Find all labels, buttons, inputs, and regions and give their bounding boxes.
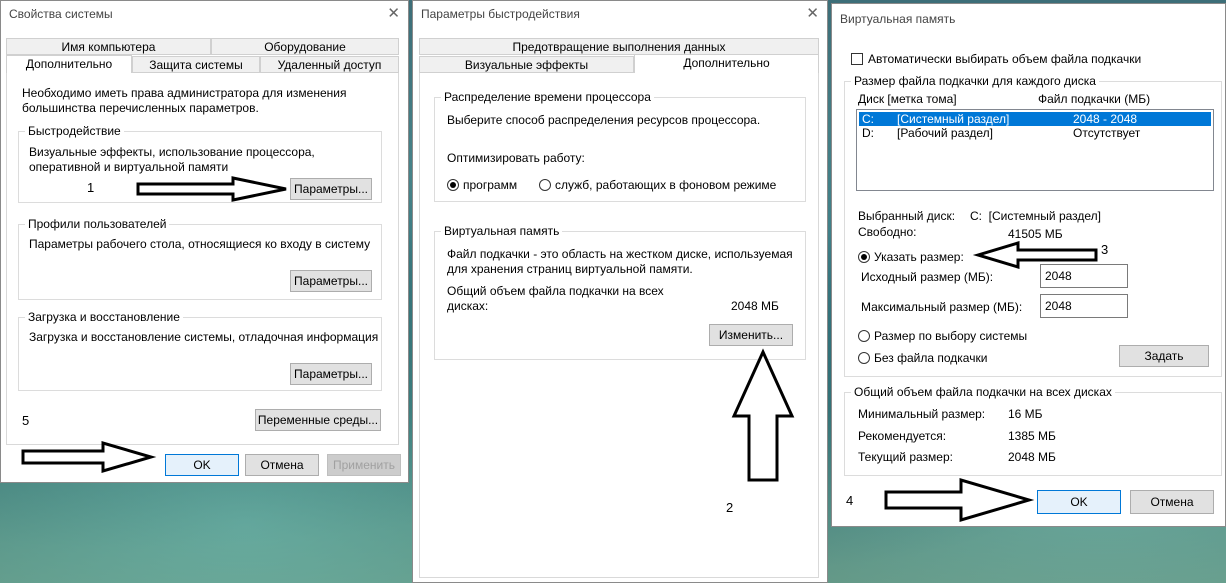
startup-recovery-title: Загрузка и восстановление [25, 310, 183, 324]
window-titlebar: Параметры быстродействия ✕ [413, 1, 827, 27]
arrow-right-icon [21, 441, 157, 473]
drive-list[interactable]: C: [Системный раздел] 2048 - 2048 D: [Ра… [856, 109, 1214, 191]
user-profiles-desc: Параметры рабочего стола, относящиеся ко… [29, 237, 371, 251]
annotation-number-4: 4 [846, 493, 854, 508]
paging-total-value: 2048 МБ [731, 299, 779, 313]
tab-advanced[interactable]: Дополнительно [6, 55, 132, 74]
annotation-number-3: 3 [1101, 242, 1109, 257]
close-icon[interactable]: ✕ [387, 1, 400, 27]
selected-drive-value: C: [Системный раздел] [970, 209, 1102, 223]
ok-button[interactable]: OK [165, 454, 239, 476]
drive-letter: C: [862, 112, 874, 126]
performance-options-window: Параметры быстродействия ✕ Предотвращени… [412, 0, 828, 583]
initial-size-label: Исходный размер (МБ): [861, 270, 994, 284]
window-title: Виртуальная память [840, 12, 956, 26]
drive-label: [Системный раздел] [897, 112, 1010, 126]
ok-button[interactable]: OK [1037, 490, 1121, 514]
cpu-scheduling-desc: Выберите способ распределения ресурсов п… [447, 113, 761, 127]
recommended-label: Рекомендуется: [858, 429, 947, 443]
auto-manage-checkbox[interactable] [851, 53, 863, 65]
cancel-button[interactable]: Отмена [1130, 490, 1214, 514]
max-size-label: Максимальный размер (МБ): [861, 300, 1023, 314]
system-properties-window: Свойства системы ✕ Имя компьютера Оборуд… [0, 0, 409, 483]
tab-hardware[interactable]: Оборудование [211, 38, 399, 55]
cancel-button[interactable]: Отмена [245, 454, 319, 476]
no-paging-radio[interactable] [858, 352, 870, 364]
close-icon[interactable]: ✕ [806, 1, 819, 27]
drive-row[interactable]: C: [Системный раздел] 2048 - 2048 [859, 112, 1211, 126]
virtual-memory-title: Виртуальная память [441, 224, 563, 238]
current-size-value: 2048 МБ [1008, 450, 1056, 464]
per-drive-title: Размер файла подкачки для каждого диска [851, 74, 1099, 88]
system-managed-label[interactable]: Размер по выбору системы [874, 329, 1027, 344]
admin-note: Необходимо иметь права администратора дл… [22, 86, 347, 115]
cpu-scheduling-title: Распределение времени процессора [441, 90, 654, 104]
recommended-value: 1385 МБ [1008, 429, 1056, 443]
virtual-memory-desc: Файл подкачки - это область на жестком д… [447, 247, 793, 276]
programs-label[interactable]: программ [463, 178, 517, 193]
arrow-right-icon [884, 477, 1035, 523]
change-button[interactable]: Изменить... [709, 324, 793, 346]
tab-system-protection[interactable]: Защита системы [132, 56, 260, 73]
tab-computer-name[interactable]: Имя компьютера [6, 38, 211, 55]
arrow-right-icon [136, 176, 287, 202]
user-profiles-title: Профили пользователей [25, 217, 170, 231]
auto-manage-label[interactable]: Автоматически выбирать объем файла подка… [868, 52, 1141, 67]
min-size-label: Минимальный размер: [858, 407, 986, 421]
window-title: Параметры быстродействия [421, 7, 580, 21]
col-paging-header: Файл подкачки (МБ) [1038, 92, 1151, 106]
performance-desc: Визуальные эффекты, использование процес… [29, 145, 315, 174]
background-services-radio[interactable] [539, 179, 551, 191]
arrow-left-icon [972, 240, 1098, 270]
drive-paging-size: Отсутствует [1073, 126, 1141, 140]
col-drive-header: Диск [метка тома] [858, 92, 957, 106]
drive-paging-size: 2048 - 2048 [1073, 112, 1138, 126]
no-paging-label[interactable]: Без файла подкачки [874, 351, 987, 366]
system-managed-radio[interactable] [858, 330, 870, 342]
drive-row[interactable]: D: [Рабочий раздел] Отсутствует [859, 126, 1211, 140]
annotation-number-2: 2 [726, 500, 734, 515]
background-services-label[interactable]: служб, работающих в фоновом режиме [555, 178, 776, 193]
paging-total-label: Общий объем файла подкачки на всех диска… [447, 284, 664, 313]
window-title: Свойства системы [9, 7, 113, 21]
selected-drive-label: Выбранный диск: [858, 209, 956, 223]
environment-variables-button[interactable]: Переменные среды... [255, 409, 381, 431]
annotation-number-5: 5 [22, 413, 30, 428]
performance-settings-button[interactable]: Параметры... [290, 178, 372, 200]
arrow-up-icon [731, 348, 795, 482]
tab-dep[interactable]: Предотвращение выполнения данных [419, 38, 819, 55]
startup-recovery-desc: Загрузка и восстановление системы, отлад… [29, 330, 379, 344]
custom-size-radio[interactable] [858, 251, 870, 263]
tab-visual-effects[interactable]: Визуальные эффекты [419, 56, 634, 73]
total-paging-title: Общий объем файла подкачки на всех диска… [851, 385, 1115, 399]
optimize-label: Оптимизировать работу: [447, 151, 585, 165]
set-button[interactable]: Задать [1119, 345, 1209, 367]
user-profiles-settings-button[interactable]: Параметры... [290, 270, 372, 292]
min-size-value: 16 МБ [1008, 407, 1043, 421]
window-titlebar: Виртуальная память [832, 4, 1225, 34]
startup-recovery-settings-button[interactable]: Параметры... [290, 363, 372, 385]
programs-radio[interactable] [447, 179, 459, 191]
free-space-label: Свободно: [858, 225, 917, 239]
tab-remote[interactable]: Удаленный доступ [260, 56, 399, 73]
drive-label: [Рабочий раздел] [897, 126, 993, 140]
tab-advanced[interactable]: Дополнительно [634, 54, 819, 73]
window-titlebar: Свойства системы ✕ [1, 1, 408, 27]
apply-button[interactable]: Применить [327, 454, 401, 476]
max-size-input[interactable]: 2048 [1040, 294, 1128, 318]
drive-letter: D: [862, 126, 874, 140]
initial-size-input[interactable]: 2048 [1040, 264, 1128, 288]
current-size-label: Текущий размер: [858, 450, 953, 464]
custom-size-label[interactable]: Указать размер: [874, 250, 964, 265]
annotation-number-1: 1 [87, 180, 95, 195]
free-space-value: 41505 МБ [1008, 227, 1063, 241]
performance-title: Быстродействие [25, 124, 124, 138]
